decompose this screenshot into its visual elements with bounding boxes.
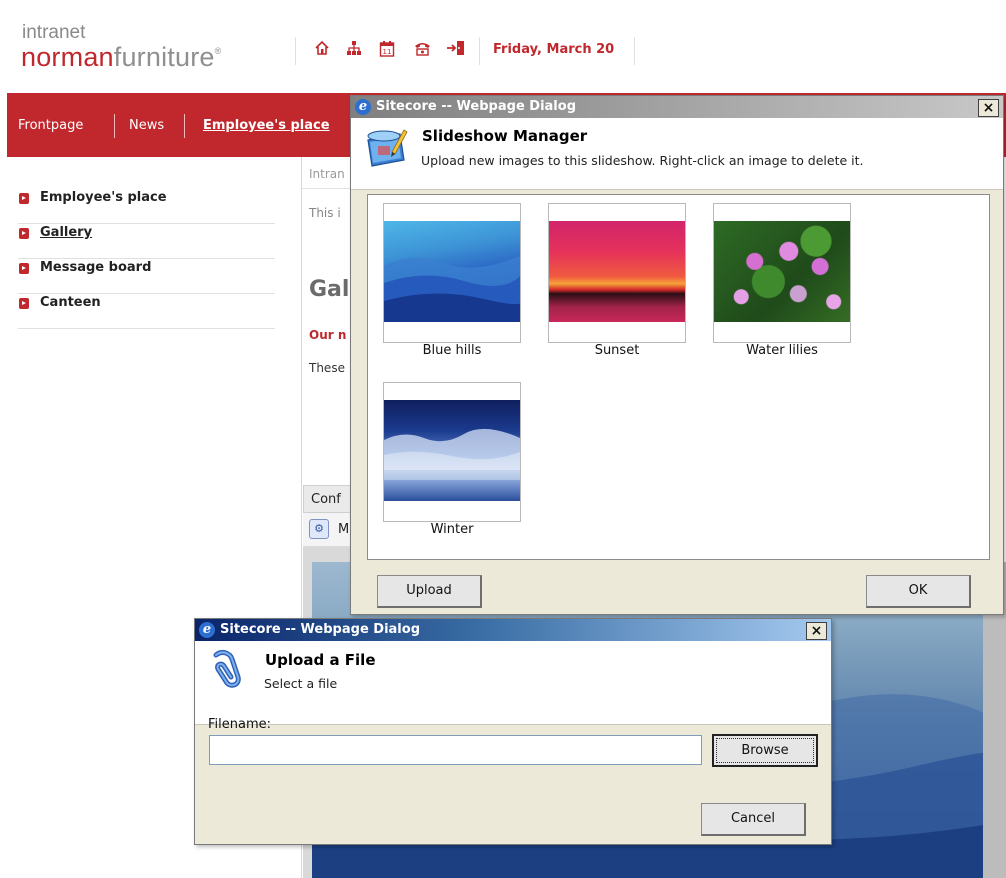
header-divider [479,37,480,65]
dialog-title: Slideshow Manager [422,127,588,145]
sidebar-item-label: Employee's place [40,190,167,205]
sidebar-item-message-board[interactable]: Message board [18,259,275,294]
dialog-header: Upload a File Select a file [195,641,831,725]
dialog-description: Upload new images to this slideshow. Rig… [421,153,864,168]
logo-intranet-label: intranet [22,22,86,43]
nav-divider [184,114,185,138]
filename-label: Filename: [208,717,272,732]
logo-registered-mark: ® [214,46,222,56]
header-divider [295,37,296,65]
dialog-description: Select a file [264,676,338,691]
nav-item-employees-place[interactable]: Employee's place [203,118,330,133]
thumbnail-image [384,221,524,322]
sidebar-item-label: Gallery [40,225,93,240]
page-title: Gal [309,277,350,302]
dialog-titlebar[interactable]: e Sitecore -- Webpage Dialog × [351,96,1003,118]
page-subtitle: Our n [309,328,347,342]
home-icon[interactable] [312,40,332,60]
cancel-button[interactable]: Cancel [701,803,806,836]
ok-button[interactable]: OK [866,575,971,608]
thumbnail-image [549,221,685,322]
sidebar-item-label: Message board [40,260,152,275]
current-date: Friday, March 20 [493,42,615,57]
breadcrumb[interactable]: Intran [309,167,345,181]
nav-divider [114,114,115,138]
filename-input[interactable] [209,735,702,765]
slideshow-icon [364,126,408,172]
upload-file-dialog: e Sitecore -- Webpage Dialog × Upload a … [194,618,832,845]
internet-explorer-icon: e [199,622,215,638]
page-paragraph: These [309,361,345,375]
image-thumbnail[interactable] [383,203,524,343]
thumbnail-caption: Sunset [594,343,640,358]
intranet-page: intranet normanfurniture® 11 Friday, Mar… [0,0,1006,878]
dialog-window-title: Sitecore -- Webpage Dialog [376,99,576,114]
thumbnail-image [714,221,850,322]
phone-icon[interactable] [412,40,432,60]
dialog-window-title: Sitecore -- Webpage Dialog [220,622,420,637]
bullet-icon [19,228,29,239]
upload-button[interactable]: Upload [377,575,482,608]
header-divider [634,37,635,65]
dialog-header: Slideshow Manager Upload new images to t… [351,118,1003,190]
manage-row-label: M [338,522,350,537]
paperclip-icon [208,649,244,693]
sidebar-item-employees-place[interactable]: Employee's place [18,189,275,224]
page-intro: This i [309,206,341,220]
nav-item-frontpage[interactable]: Frontpage [18,118,83,133]
thumbnail-image [384,400,520,501]
logo-norman: norman [21,42,114,72]
settings-icon: ⚙ [309,519,329,539]
thumbnail-caption: Winter [430,522,474,537]
image-thumbnail[interactable] [383,382,521,522]
image-thumbnail[interactable] [713,203,851,343]
bullet-icon [19,298,29,309]
logo-furniture: furniture [113,42,215,72]
image-thumbnail[interactable] [548,203,686,343]
sitemap-icon[interactable] [344,40,364,60]
thumbnail-caption: Water lilies [746,343,818,358]
dialog-title: Upload a File [265,651,376,669]
bullet-icon [19,263,29,274]
logout-icon[interactable] [446,40,466,60]
image-gallery: Blue hills Sunset Water lilies Winter [367,194,990,560]
dialog-titlebar[interactable]: e Sitecore -- Webpage Dialog × [195,619,831,641]
close-button[interactable]: × [806,622,827,640]
internet-explorer-icon: e [355,99,371,115]
bullet-icon [19,193,29,204]
calendar-icon[interactable]: 11 [377,40,397,60]
close-button[interactable]: × [978,99,999,117]
slideshow-manager-dialog: e Sitecore -- Webpage Dialog × Slideshow… [350,95,1004,615]
browse-button[interactable]: Browse [712,734,818,767]
sidebar-item-canteen[interactable]: Canteen [18,294,275,329]
nav-item-news[interactable]: News [129,118,164,133]
sidebar-item-gallery[interactable]: Gallery [18,224,275,259]
sidebar-item-label: Canteen [40,295,101,310]
thumbnail-caption: Blue hills [422,343,482,358]
svg-text:11: 11 [383,48,392,56]
logo[interactable]: normanfurniture® [21,42,221,73]
